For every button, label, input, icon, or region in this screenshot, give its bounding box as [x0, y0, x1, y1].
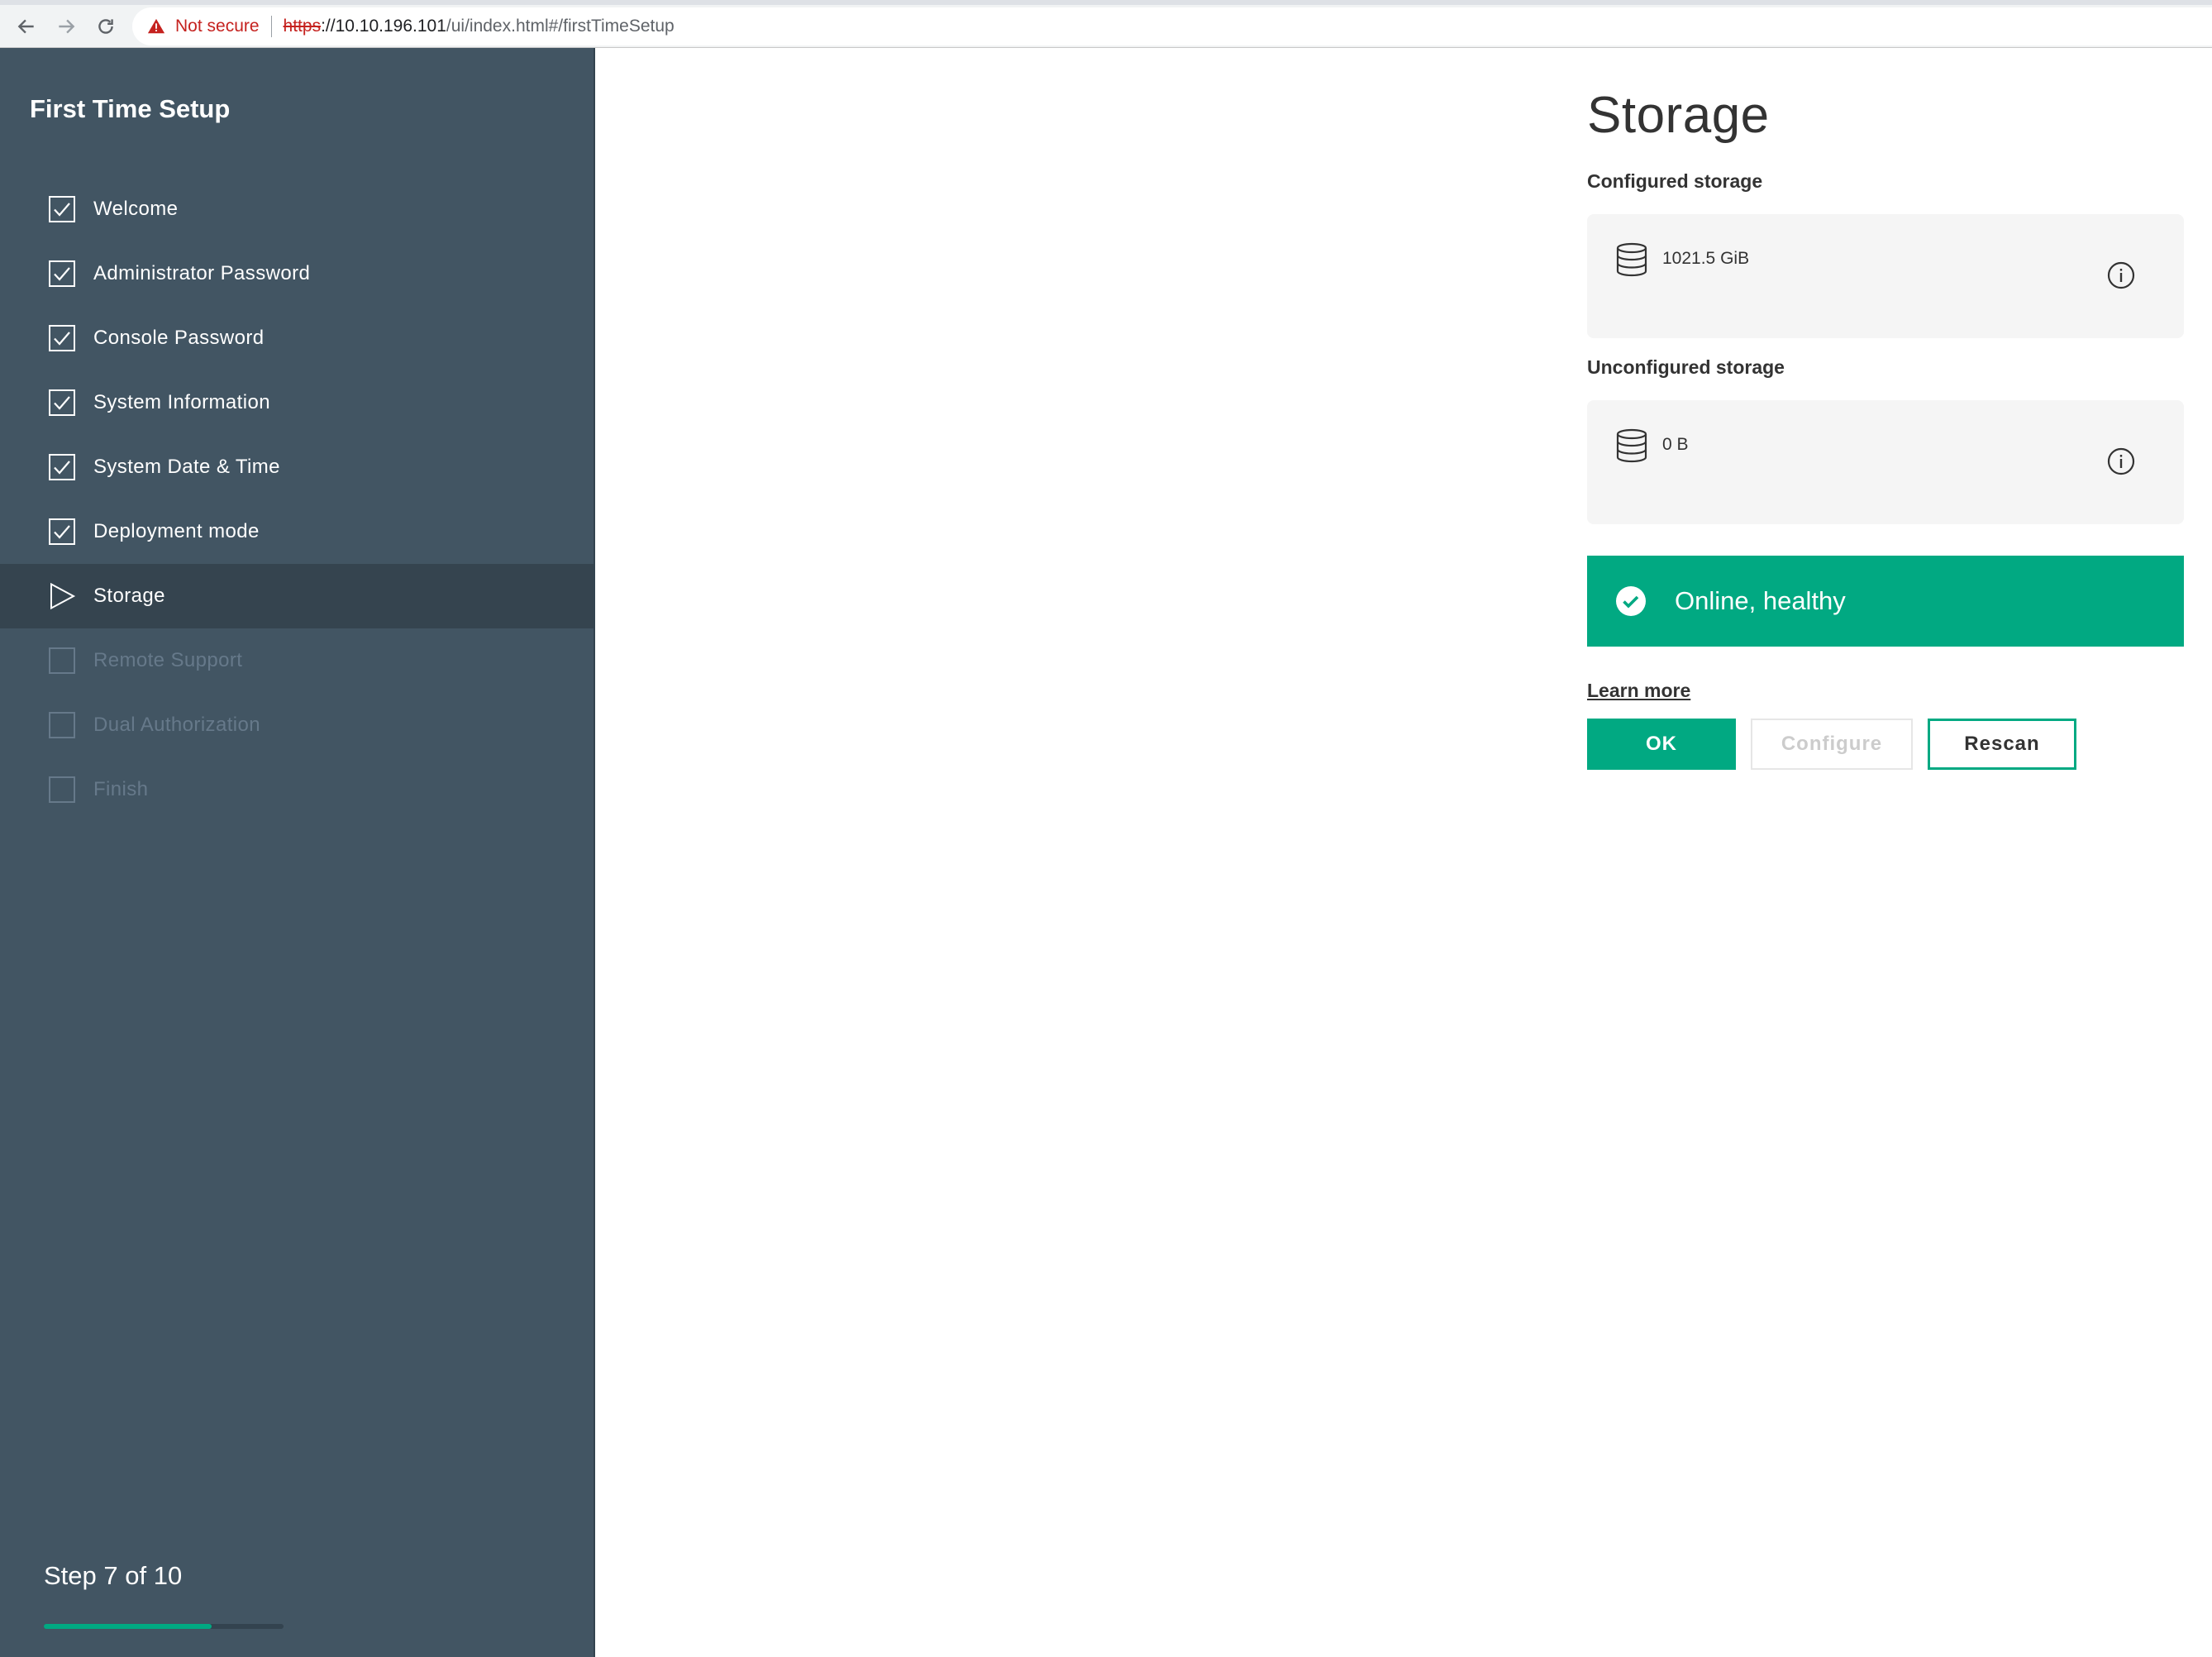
forward-button[interactable] [51, 12, 81, 41]
checkbox-checked-icon [48, 453, 76, 481]
check-circle-icon [1616, 586, 1646, 616]
back-button[interactable] [12, 12, 41, 41]
learn-more-link[interactable]: Learn more [1587, 680, 1690, 702]
sidebar-step-label: Welcome [93, 198, 179, 220]
configure-button[interactable]: Configure [1751, 719, 1913, 770]
checkbox-checked-icon [48, 518, 76, 546]
storage-panel: Storage Configured storage 1021.5 GiB Un… [1587, 83, 2184, 770]
sidebar-step-label: System Information [93, 391, 270, 413]
checkbox-empty-icon [48, 776, 76, 804]
storage-status-banner: Online, healthy [1587, 556, 2184, 647]
checkbox-empty-icon [48, 647, 76, 675]
arrow-right-icon [59, 19, 75, 34]
checkbox-checked-icon [48, 389, 76, 417]
main-content: Storage Configured storage 1021.5 GiB Un… [597, 48, 2212, 1657]
sidebar-step-console-password[interactable]: Console Password [0, 306, 594, 370]
database-icon [1616, 242, 1647, 277]
storage-status-text: Online, healthy [1675, 586, 1846, 615]
url-host: ://10.10.196.101 [321, 17, 446, 36]
configured-storage-value: 1021.5 GiB [1662, 249, 1750, 268]
url-path: /ui/index.html#/firstTimeSetup [446, 17, 675, 36]
checkbox-checked-icon [48, 195, 76, 223]
unconfigured-storage-label: Unconfigured storage [1587, 356, 1785, 378]
sidebar-step-system-date-time[interactable]: System Date & Time [0, 435, 594, 499]
sidebar-step-remote-support: Remote Support [0, 628, 594, 693]
sidebar-step-label: Deployment mode [93, 520, 260, 542]
reload-button[interactable] [91, 12, 121, 41]
sidebar-step-label: Storage [93, 585, 165, 607]
sidebar-step-label: Finish [93, 778, 149, 800]
step-counter: Step 7 of 10 [44, 1561, 183, 1590]
sidebar-step-finish: Finish [0, 757, 594, 822]
setup-progress-fill [44, 1624, 212, 1629]
rescan-button[interactable]: Rescan [1928, 719, 2076, 770]
configured-storage-label: Configured storage [1587, 170, 1763, 192]
checkbox-checked-icon [48, 260, 76, 288]
checkbox-checked-icon [48, 324, 76, 352]
url-divider [270, 16, 272, 37]
security-status[interactable]: Not secure [175, 17, 260, 36]
sidebar-step-welcome[interactable]: Welcome [0, 177, 594, 241]
browser-toolbar: Not secure https://10.10.196.101/ui/inde… [0, 0, 2212, 48]
warning-triangle-icon [147, 18, 165, 34]
setup-progress-bar [44, 1624, 284, 1629]
sidebar-step-label: System Date & Time [93, 456, 280, 478]
info-circle-icon[interactable] [2106, 260, 2136, 290]
sidebar-step-deployment-mode[interactable]: Deployment mode [0, 499, 594, 564]
database-icon [1616, 428, 1647, 463]
configured-storage-card: 1021.5 GiB [1587, 214, 2184, 338]
sidebar-title: First Time Setup [30, 94, 231, 123]
sidebar-step-label: Dual Authorization [93, 714, 260, 736]
sidebar-step-dual-authorization: Dual Authorization [0, 693, 594, 757]
info-circle-icon[interactable] [2106, 446, 2136, 476]
setup-steps-list: Welcome Administrator Password Console Pas… [0, 177, 594, 822]
sidebar-step-administrator-password[interactable]: Administrator Password [0, 241, 594, 306]
sidebar-step-label: Remote Support [93, 649, 243, 671]
setup-sidebar: First Time Setup Welcome Administrator Pa… [0, 48, 595, 1657]
sidebar-step-storage[interactable]: Storage [0, 564, 594, 628]
sidebar-step-label: Administrator Password [93, 262, 311, 284]
address-bar[interactable]: Not secure https://10.10.196.101/ui/inde… [132, 7, 2212, 45]
page-title: Storage [1587, 87, 1770, 144]
arrow-left-icon [17, 19, 34, 34]
sidebar-step-label: Console Password [93, 327, 265, 349]
checkbox-empty-icon [48, 711, 76, 739]
reload-icon [98, 19, 113, 34]
url-protocol: https [283, 17, 322, 36]
action-buttons: OK Configure Rescan [1587, 719, 2184, 770]
sidebar-step-system-information[interactable]: System Information [0, 370, 594, 435]
ok-button[interactable]: OK [1587, 719, 1736, 770]
play-triangle-icon [48, 582, 76, 610]
unconfigured-storage-card: 0 B [1587, 400, 2184, 524]
unconfigured-storage-value: 0 B [1662, 435, 1689, 454]
